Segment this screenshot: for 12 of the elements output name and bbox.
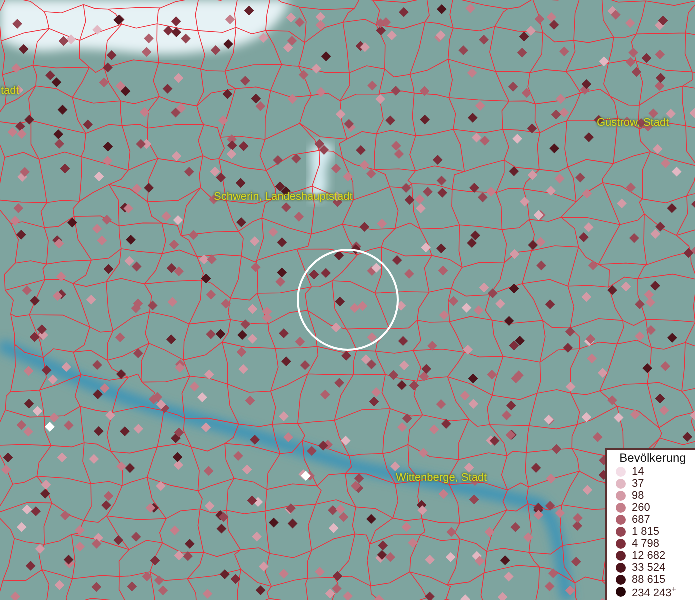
legend-label: 234 243$^{+}$ (632, 584, 676, 600)
legend-label: 98 (632, 490, 644, 502)
legend-label: 88 615 (632, 574, 666, 586)
legend-label: 14 (632, 466, 644, 478)
legend-label: 687 (632, 514, 650, 526)
legend-label: 4 798 (632, 538, 660, 550)
legend-label: 37 (632, 478, 644, 490)
legend-label: 1 815 (632, 526, 660, 538)
legend-label: 260 (632, 502, 650, 514)
legend-title: Bevölkerung (618, 451, 688, 465)
legend-label: 33 524 (632, 562, 666, 574)
legend-label: 12 682 (632, 550, 666, 562)
